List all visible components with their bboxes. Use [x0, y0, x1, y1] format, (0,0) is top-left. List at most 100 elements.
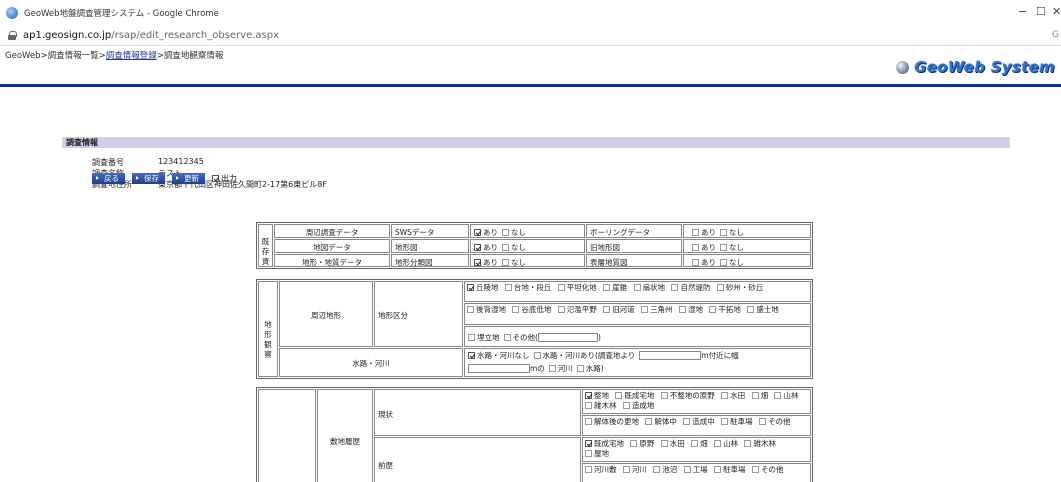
option-no[interactable]: なし	[502, 243, 526, 252]
width-input[interactable]	[468, 364, 530, 373]
checkbox-option[interactable]: 河川	[622, 465, 647, 474]
checkbox[interactable]	[503, 334, 511, 341]
checkbox[interactable]	[630, 440, 638, 447]
checkbox-option[interactable]: 山林	[714, 439, 738, 448]
checkbox[interactable]	[683, 466, 691, 473]
other-text-input[interactable]	[537, 333, 598, 342]
checkbox[interactable]	[585, 466, 592, 473]
checkbox-option[interactable]: その他	[759, 417, 791, 426]
checkbox[interactable]	[692, 229, 699, 236]
checkbox[interactable]	[557, 306, 565, 313]
save-button[interactable]: 保存	[132, 173, 165, 184]
checkbox-option[interactable]: 扇状地	[633, 283, 665, 292]
checkbox-option[interactable]: 後背湿地	[467, 305, 506, 314]
output-toggle[interactable]: 出力	[212, 173, 237, 184]
checkbox[interactable]	[576, 365, 584, 372]
option-yes[interactable]: あり	[692, 228, 716, 237]
checkbox[interactable]	[603, 306, 611, 313]
checkbox[interactable]	[714, 440, 722, 447]
checkbox[interactable]	[660, 440, 668, 447]
checkbox[interactable]	[504, 284, 512, 291]
distance-input[interactable]	[639, 351, 702, 360]
checkbox-option[interactable]: 雑木林	[744, 439, 776, 448]
checkbox-option[interactable]: 既成宅地	[585, 439, 624, 448]
checkbox-option[interactable]: 雑木林	[585, 401, 617, 410]
checkbox[interactable]	[720, 229, 727, 236]
checkbox[interactable]	[720, 259, 727, 266]
checkbox[interactable]	[468, 334, 475, 341]
back-button[interactable]: 戻る	[92, 173, 125, 184]
option-yes[interactable]: あり	[474, 243, 498, 252]
option-reclaimed-land[interactable]: 埋立地	[468, 333, 500, 342]
checkbox[interactable]	[585, 392, 592, 399]
checkbox-option[interactable]: 旧河道	[603, 305, 635, 314]
checkbox[interactable]	[714, 466, 722, 473]
checkbox[interactable]	[759, 418, 767, 425]
checkbox[interactable]	[692, 259, 699, 266]
checkbox[interactable]	[585, 450, 592, 457]
checkbox[interactable]	[633, 284, 641, 291]
checkbox-option[interactable]: 干拓地	[709, 305, 741, 314]
checkbox[interactable]	[721, 392, 729, 399]
checkbox[interactable]	[691, 440, 699, 447]
output-checkbox[interactable]	[212, 175, 219, 182]
checkbox[interactable]	[603, 284, 611, 291]
checkbox[interactable]	[467, 284, 474, 291]
checkbox-option[interactable]: 解体中	[645, 417, 677, 426]
option-no[interactable]: なし	[502, 258, 526, 266]
close-button[interactable]: ✕	[1052, 5, 1061, 18]
checkbox-option[interactable]: 谷底低地	[512, 305, 551, 314]
checkbox[interactable]	[747, 306, 755, 313]
checkbox-option[interactable]: 河川敷	[585, 465, 617, 474]
checkbox[interactable]	[645, 418, 653, 425]
checkbox[interactable]	[474, 229, 481, 236]
checkbox-option[interactable]: その他	[751, 465, 783, 474]
checkbox-option[interactable]: 整地	[585, 391, 609, 400]
option-other[interactable]: その他(	[503, 333, 538, 342]
checkbox[interactable]	[744, 440, 752, 447]
checkbox[interactable]	[751, 392, 759, 399]
checkbox-option[interactable]: 水田	[721, 391, 745, 400]
checkbox[interactable]	[557, 284, 565, 291]
checkbox[interactable]	[467, 306, 474, 313]
checkbox[interactable]	[716, 284, 724, 291]
checkbox-option[interactable]: 不整地の原野	[660, 391, 715, 400]
checkbox[interactable]	[468, 352, 475, 359]
google-icon[interactable]: G	[1052, 30, 1059, 40]
option-no[interactable]: なし	[720, 228, 744, 237]
checkbox[interactable]	[660, 392, 668, 399]
checkbox[interactable]	[585, 418, 592, 425]
address-bar[interactable]: ap1.geosign.co.jp/rsap/edit_research_obs…	[0, 26, 1061, 46]
checkbox-option[interactable]: 工場	[683, 465, 708, 474]
checkbox[interactable]	[641, 306, 649, 313]
checkbox-option[interactable]: 自然堤防	[671, 283, 710, 292]
checkbox[interactable]	[585, 402, 592, 409]
checkbox[interactable]	[709, 306, 717, 313]
checkbox-option[interactable]: 水田	[660, 439, 685, 448]
checkbox[interactable]	[653, 466, 661, 473]
checkbox[interactable]	[774, 392, 782, 399]
update-button[interactable]: 更新	[172, 173, 205, 184]
maximize-button[interactable]: ☐	[1036, 5, 1046, 18]
option-has-water[interactable]: 水路・河川あり(調査地より	[533, 351, 635, 360]
option-no-water[interactable]: 水路・河川なし	[468, 351, 530, 360]
checkbox[interactable]	[502, 229, 509, 236]
checkbox-option[interactable]: 屋地	[585, 449, 609, 458]
checkbox-option[interactable]: 三角州	[641, 305, 673, 314]
checkbox-option[interactable]: 崖錐	[603, 283, 627, 292]
checkbox[interactable]	[474, 259, 481, 266]
checkbox[interactable]	[692, 244, 699, 251]
checkbox-option[interactable]: 丘陵地	[467, 283, 499, 292]
option-yes[interactable]: あり	[474, 228, 498, 237]
checkbox-option[interactable]: 原野	[630, 439, 654, 448]
option-waterway[interactable]: 水路)	[576, 364, 604, 373]
checkbox[interactable]	[585, 440, 592, 447]
checkbox-option[interactable]: 湿地	[678, 305, 703, 314]
option-yes[interactable]: あり	[692, 243, 716, 252]
checkbox[interactable]	[720, 244, 727, 251]
option-no[interactable]: なし	[502, 228, 526, 237]
checkbox-option[interactable]: 畑	[691, 439, 708, 448]
checkbox-option[interactable]: 造成地	[622, 401, 654, 410]
checkbox[interactable]	[683, 418, 691, 425]
checkbox[interactable]	[548, 365, 556, 372]
